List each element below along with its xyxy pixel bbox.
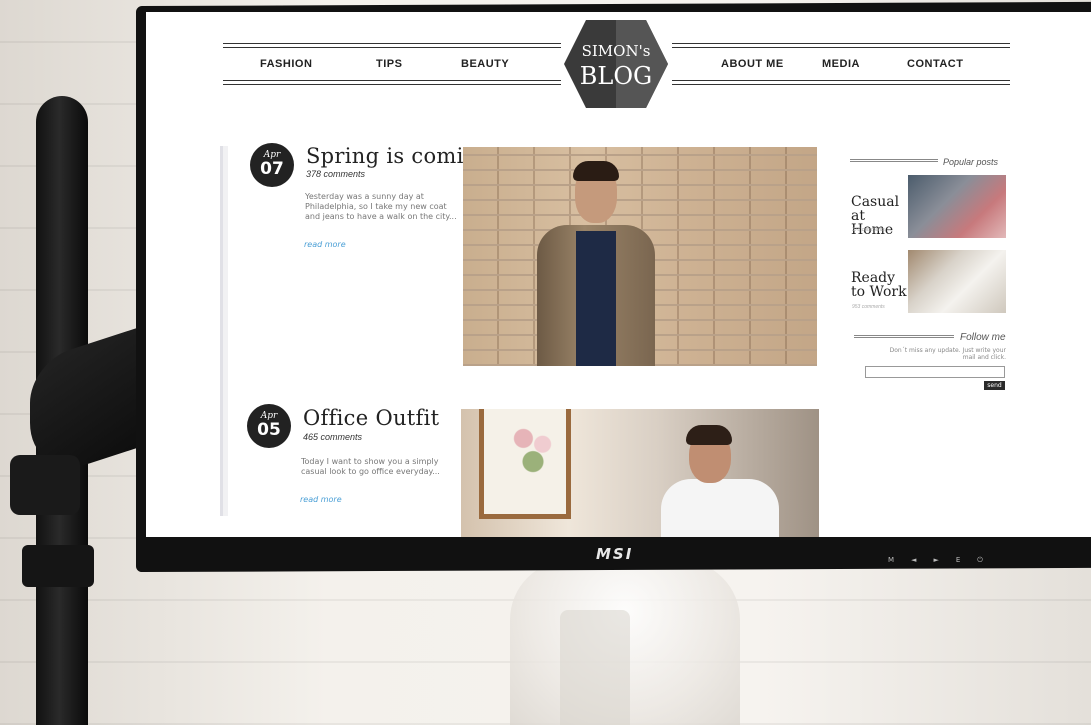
nav-rule-left-bottom [223, 80, 561, 81]
monitor-exit-button[interactable]: E [956, 556, 960, 565]
send-button[interactable]: send [984, 381, 1005, 390]
monitor-brand-logo: MSI [596, 545, 634, 563]
post-date-badge: Apr 05 [247, 404, 291, 448]
photo-figure-hair [686, 425, 732, 445]
nav-rule-right-top2 [672, 47, 1010, 48]
follow-me-description: Don´t miss any update. Just write your m… [889, 347, 1006, 361]
email-field[interactable] [865, 366, 1005, 378]
photo-figure-shirt [576, 231, 616, 366]
nav-media[interactable]: MEDIA [822, 58, 860, 70]
nav-rule-left-top2 [223, 47, 561, 48]
nav-rule-left-top [223, 43, 561, 44]
post-comments[interactable]: 378 comments [306, 169, 365, 179]
timeline-scrollbar[interactable] [220, 146, 223, 516]
read-more-link[interactable]: read more [304, 240, 346, 249]
monitor-screen: FASHION TIPS BEAUTY ABOUT ME MEDIA CONTA… [146, 12, 1091, 537]
logo-line-1: SIMON's [581, 42, 651, 60]
nav-beauty[interactable]: BEAUTY [461, 58, 509, 70]
post-excerpt: Yesterday was a sunny day at Philadelphi… [305, 192, 457, 221]
photo-figure-hair [573, 161, 619, 181]
popular-post-thumbnail[interactable] [908, 250, 1006, 313]
photo-flowers [509, 421, 557, 479]
monitor-buttons: M ◄ ► E ⏻ [888, 556, 983, 565]
popular-post-title[interactable]: Ready to Work [851, 271, 907, 299]
popular-post-title-line1: Casual [851, 194, 900, 210]
follow-me-heading: Follow me [960, 332, 1006, 343]
popular-post-title-line2: to Work [851, 284, 907, 300]
popular-posts-rule [850, 159, 938, 162]
blog-logo[interactable]: SIMON's BLOG [564, 18, 668, 110]
post-date-day: 07 [260, 159, 284, 179]
arm-clamp [10, 455, 80, 515]
logo-line-2: BLOG [579, 62, 653, 90]
monitor-menu-button[interactable]: M [888, 556, 894, 565]
nav-contact[interactable]: CONTACT [907, 58, 963, 70]
nav-tips[interactable]: TIPS [376, 58, 402, 70]
pole-collar [22, 545, 94, 587]
nav-fashion[interactable]: FASHION [260, 58, 312, 70]
nav-rule-right-bottom [672, 80, 1010, 81]
post-image-office[interactable] [461, 409, 819, 537]
nav-rule-right-bottom2 [672, 84, 1010, 85]
popular-post-title-line1: Ready [851, 270, 896, 286]
photo-figure-body [661, 479, 779, 537]
monitor-power-button[interactable]: ⏻ [977, 556, 983, 565]
post-date-day: 05 [257, 420, 281, 440]
nav-rule-right-top [672, 43, 1010, 44]
popular-post-comments: 953 comments [852, 304, 885, 310]
nav-about-me[interactable]: ABOUT ME [721, 58, 784, 70]
popular-post-comments: 378 comments [852, 227, 885, 233]
nav-rule-left-bottom2 [223, 84, 561, 85]
post-title[interactable]: Office Outfit [303, 406, 439, 430]
follow-me-rule [854, 335, 954, 338]
post-date-badge: Apr 07 [250, 143, 294, 187]
read-more-link[interactable]: read more [300, 495, 342, 504]
post-image-spring[interactable] [463, 147, 817, 366]
monitor-right-button[interactable]: ► [933, 556, 938, 565]
vase-shadow [560, 610, 630, 725]
monitor-left-button[interactable]: ◄ [911, 556, 916, 565]
post-excerpt: Today I want to show you a simply casual… [301, 457, 440, 476]
popular-post-thumbnail[interactable] [908, 175, 1006, 238]
popular-posts-heading: Popular posts [943, 157, 999, 167]
post-comments[interactable]: 465 comments [303, 432, 362, 442]
